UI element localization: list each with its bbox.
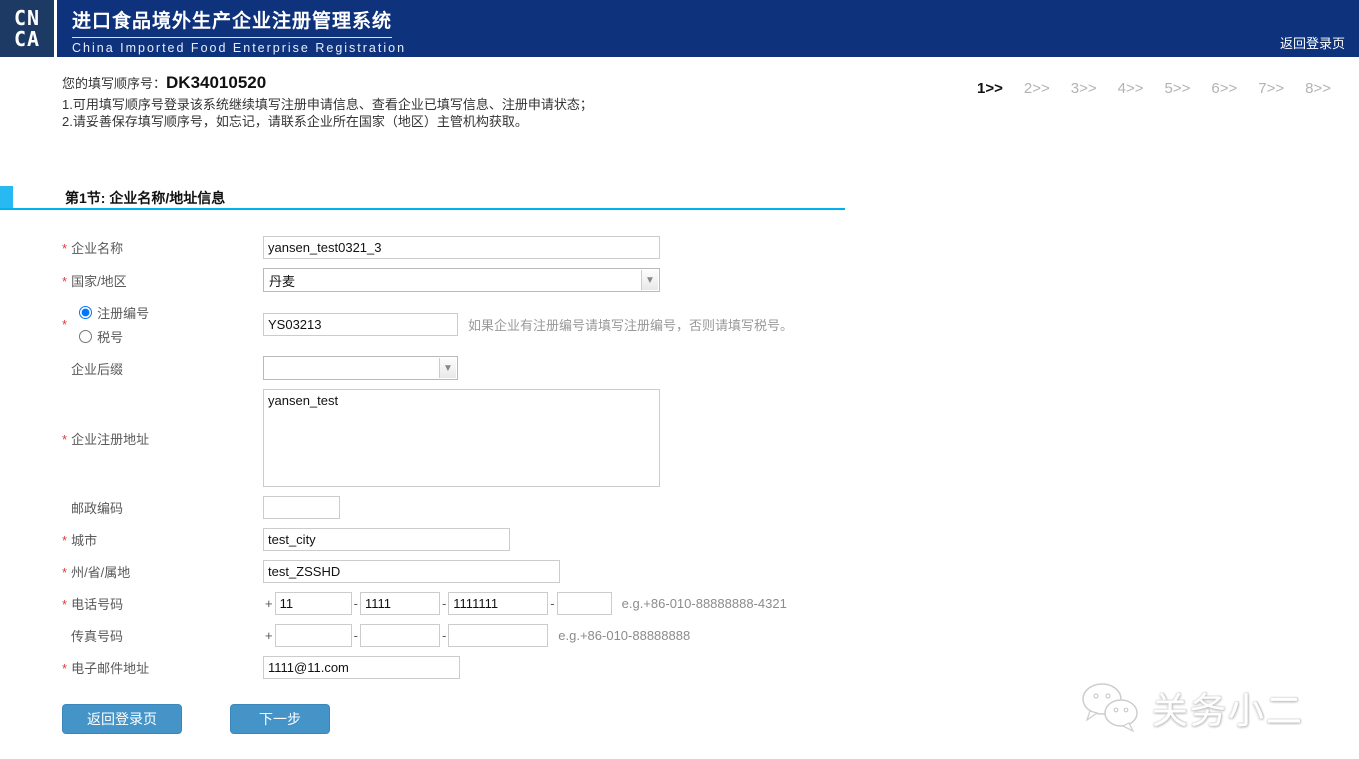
step-5[interactable]: 5>> xyxy=(1165,80,1191,97)
id-number-row: * 注册编号 税号 如果企业有注册编号请填写注册编号，否则请填写税号。 xyxy=(62,301,1062,347)
fax-label: 传真号码 xyxy=(71,629,123,644)
back-to-login-link[interactable]: 返回登录页 xyxy=(1280,33,1345,52)
tax-number-radio[interactable] xyxy=(79,330,92,343)
registration-form: *企业名称 *国家/地区 丹麦 ▼ * 注册编号 税号 如果企业有注册编号请 xyxy=(62,236,1062,688)
watermark: 关务小二 xyxy=(1080,682,1304,734)
section-title: 第1节: 企业名称/地址信息 xyxy=(65,188,225,208)
city-row: * 城市 xyxy=(62,528,1062,551)
phone-example: e.g.+86-010-88888888-4321 xyxy=(622,596,787,611)
info-line-2: 2.请妥善保存填写顺序号，如忘记，请联系企业所在国家（地区）主管机构获取。 xyxy=(62,113,593,130)
logo-line1: CN xyxy=(14,8,40,29)
fax-separator: - xyxy=(354,628,358,643)
phone-separator: - xyxy=(550,596,554,611)
country-row: * 国家/地区 丹麦 ▼ xyxy=(62,268,1062,292)
cnca-logo: CN CA xyxy=(0,0,57,57)
phone-area-input[interactable] xyxy=(360,592,440,615)
watermark-text: 关务小二 xyxy=(1152,682,1304,734)
email-input[interactable] xyxy=(263,656,460,679)
required-icon: * xyxy=(62,661,67,676)
suffix-label: 企业后缀 xyxy=(71,362,123,377)
required-icon: * xyxy=(62,241,67,256)
sequence-label: 您的填写顺序号： xyxy=(62,76,166,91)
next-step-button[interactable]: 下一步 xyxy=(230,704,330,734)
suffix-row: 企业后缀 ▼ xyxy=(62,356,1062,380)
step-2[interactable]: 2>> xyxy=(1024,80,1050,97)
address-label: 企业注册地址 xyxy=(71,432,149,447)
info-line-1: 1.可用填写顺序号登录该系统继续填写注册申请信息、查看企业已填写信息、注册申请状… xyxy=(62,96,593,113)
step-7[interactable]: 7>> xyxy=(1258,80,1284,97)
reg-number-radio-label: 注册编号 xyxy=(97,303,149,322)
reg-number-hint: 如果企业有注册编号请填写注册编号，否则请填写税号。 xyxy=(468,315,793,334)
phone-prefix: + xyxy=(265,596,273,611)
step-indicator: 1>> 2>> 3>> 4>> 5>> 6>> 7>> 8>> xyxy=(977,80,1331,97)
step-8[interactable]: 8>> xyxy=(1305,80,1331,97)
phone-row: * 电话号码 + - - - e.g.+86-010-88888888-4321 xyxy=(62,592,1062,615)
fax-number-input[interactable] xyxy=(448,624,548,647)
app-title-block: 进口食品境外生产企业注册管理系统 China Imported Food Ent… xyxy=(72,6,406,55)
fax-area-input[interactable] xyxy=(360,624,440,647)
phone-separator: - xyxy=(442,596,446,611)
sequence-info: 您的填写顺序号：DK34010520 1.可用填写顺序号登录该系统继续填写注册申… xyxy=(62,74,593,130)
app-title-zh: 进口食品境外生产企业注册管理系统 xyxy=(72,6,392,38)
postcode-label: 邮政编码 xyxy=(71,501,123,516)
required-icon: * xyxy=(62,533,67,548)
state-row: * 州/省/属地 xyxy=(62,560,1062,583)
country-selected-value: 丹麦 xyxy=(269,271,295,290)
country-select[interactable]: 丹麦 ▼ xyxy=(263,268,660,292)
postcode-input[interactable] xyxy=(263,496,340,519)
fax-prefix: + xyxy=(265,628,273,643)
city-input[interactable] xyxy=(263,528,510,551)
reg-number-radio-option[interactable]: 注册编号 xyxy=(79,303,149,322)
postcode-row: 邮政编码 xyxy=(62,496,1062,519)
required-icon: * xyxy=(62,317,67,332)
country-label: 国家/地区 xyxy=(71,274,127,289)
fax-row: 传真号码 + - - e.g.+86-010-88888888 xyxy=(62,624,1062,647)
phone-country-input[interactable] xyxy=(275,592,352,615)
step-6[interactable]: 6>> xyxy=(1211,80,1237,97)
address-textarea[interactable]: yansen_test xyxy=(263,389,660,487)
section-header: 第1节: 企业名称/地址信息 xyxy=(0,186,845,210)
state-input[interactable] xyxy=(263,560,560,583)
required-icon: * xyxy=(62,432,67,447)
logo-line2: CA xyxy=(14,29,40,50)
fax-country-input[interactable] xyxy=(275,624,352,647)
state-label: 州/省/属地 xyxy=(71,565,130,580)
address-row: * 企业注册地址 yansen_test xyxy=(62,389,1062,487)
required-icon: * xyxy=(62,565,67,580)
reg-number-input[interactable] xyxy=(263,313,458,336)
fax-example: e.g.+86-010-88888888 xyxy=(558,628,690,643)
tax-number-radio-label: 税号 xyxy=(97,327,123,346)
suffix-select[interactable]: ▼ xyxy=(263,356,458,380)
chevron-down-icon[interactable]: ▼ xyxy=(439,358,456,378)
step-4[interactable]: 4>> xyxy=(1118,80,1144,97)
chevron-down-icon[interactable]: ▼ xyxy=(641,270,658,290)
company-name-label: 企业名称 xyxy=(71,241,123,256)
required-icon: * xyxy=(62,597,67,612)
step-1[interactable]: 1>> xyxy=(977,80,1003,97)
app-title-en: China Imported Food Enterprise Registrat… xyxy=(72,41,406,55)
email-row: * 电子邮件地址 xyxy=(62,656,1062,679)
city-label: 城市 xyxy=(71,533,97,548)
tax-number-radio-option[interactable]: 税号 xyxy=(79,327,149,346)
reg-number-radio[interactable] xyxy=(79,306,92,319)
email-label: 电子邮件地址 xyxy=(71,661,149,676)
step-3[interactable]: 3>> xyxy=(1071,80,1097,97)
section-marker xyxy=(0,186,13,208)
required-icon: * xyxy=(62,274,67,289)
back-to-login-button[interactable]: 返回登录页 xyxy=(62,704,182,734)
form-actions: 返回登录页 下一步 xyxy=(62,704,330,734)
wechat-icon xyxy=(1080,682,1142,734)
phone-ext-input[interactable] xyxy=(557,592,612,615)
sequence-number: DK34010520 xyxy=(166,73,266,92)
app-header: CN CA 进口食品境外生产企业注册管理系统 China Imported Fo… xyxy=(0,0,1359,57)
fax-separator: - xyxy=(442,628,446,643)
company-name-input[interactable] xyxy=(263,236,660,259)
phone-label: 电话号码 xyxy=(71,597,123,612)
phone-number-input[interactable] xyxy=(448,592,548,615)
phone-separator: - xyxy=(354,596,358,611)
company-name-row: * 企业名称 xyxy=(62,236,1062,259)
